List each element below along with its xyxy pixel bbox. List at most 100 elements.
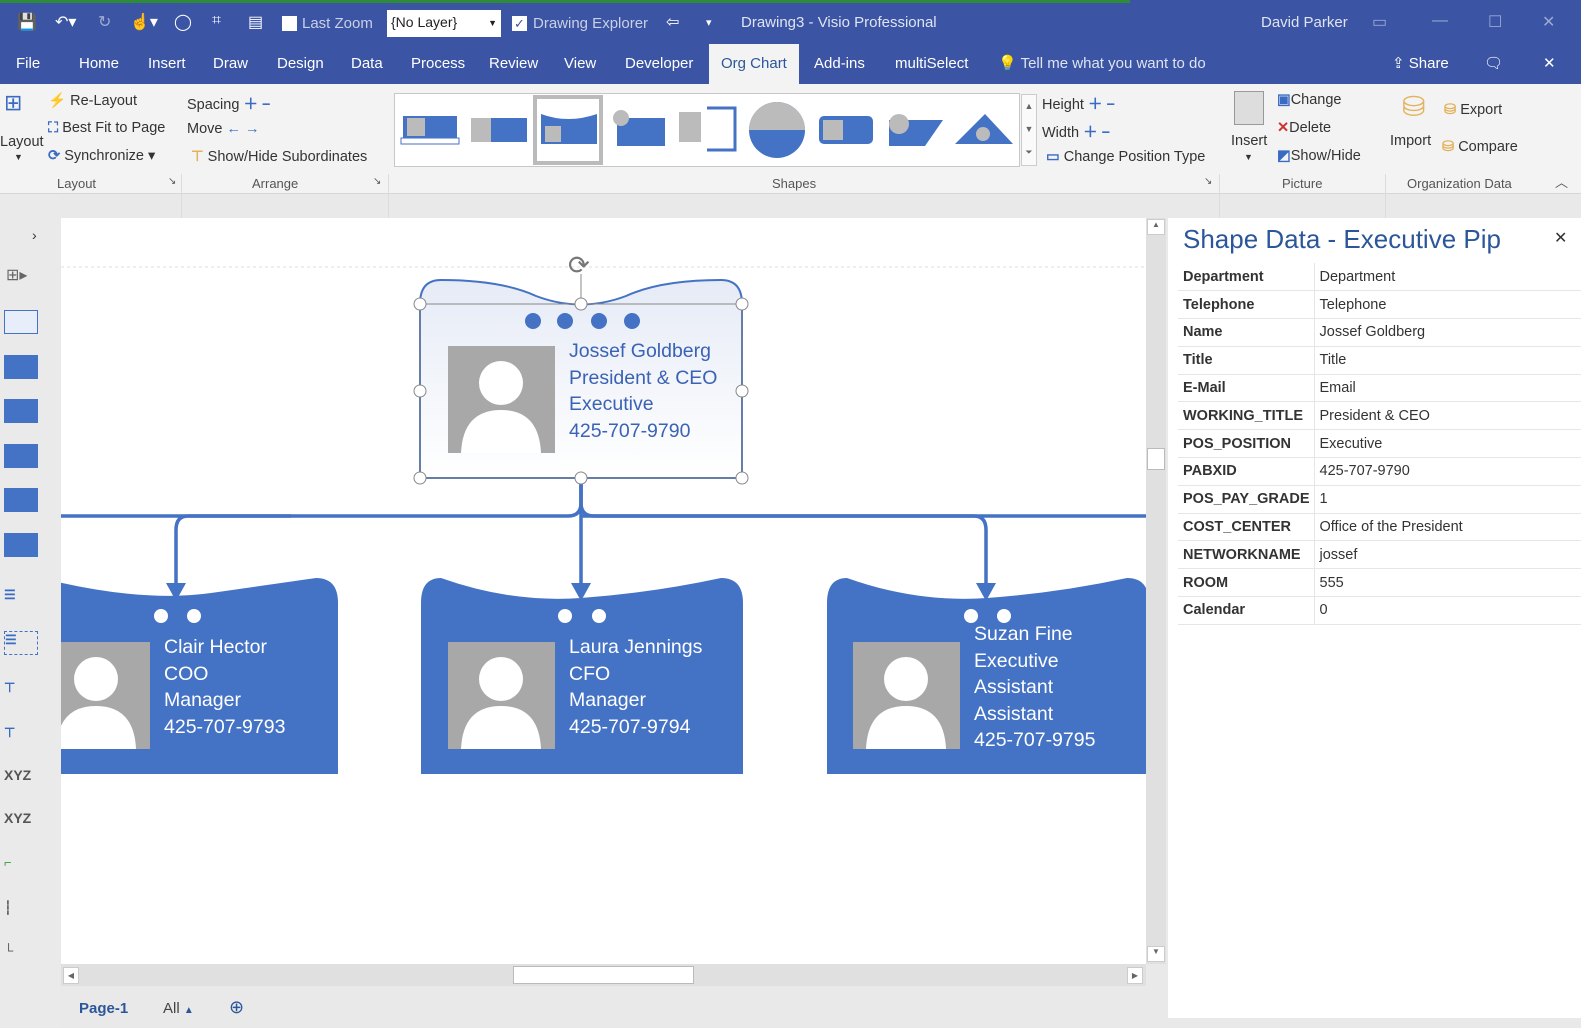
field-value[interactable]: 425-707-9790 [1314,457,1581,486]
touch-mode-icon[interactable]: ☝▾ [130,12,158,32]
gallery-item-5[interactable] [679,106,737,152]
scroll-right-icon[interactable]: ▶ [1127,967,1143,984]
plus-icon[interactable]: ＋ [243,93,258,114]
rotate-handle-icon[interactable]: ⟳ [568,250,590,280]
crop-icon[interactable]: ⌗ [212,12,221,30]
stencil-line-icon[interactable]: └ [4,943,38,967]
customize-icon[interactable]: ▾ [706,16,712,29]
drawing-explorer-checkbox[interactable]: ✓ [512,16,527,31]
field-value[interactable]: Title [1314,346,1581,375]
tell-me-search[interactable]: 💡 Tell me what you want to do [998,44,1206,84]
circle-icon[interactable]: ◯ [174,12,192,32]
field-value[interactable]: 1 [1314,485,1581,514]
show-hide-subordinates-button[interactable]: ⊤ Show/Hide Subordinates [191,149,367,165]
layout-button[interactable]: Layout [0,134,44,150]
tab-file[interactable]: File [16,44,40,84]
tab-org-chart[interactable]: Org Chart [709,44,799,84]
stencil-shape-6[interactable] [4,533,38,557]
field-value[interactable]: 555 [1314,568,1581,598]
field-value[interactable]: Telephone [1314,290,1581,320]
horizontal-scrollbar[interactable]: ◀ ▶ [61,964,1146,986]
close-panel-icon[interactable]: ✕ [1554,228,1567,248]
close-ribbon-icon[interactable]: ✕ [1543,44,1556,84]
tab-process[interactable]: Process [411,44,465,84]
user-name[interactable]: David Parker [1261,14,1348,31]
field-value[interactable]: Jossef Goldberg [1314,318,1581,347]
document-icon[interactable]: ▤ [248,12,263,32]
stencil-list-icon[interactable]: ☰ [4,587,38,611]
share-button[interactable]: ⇪ Share [1392,44,1449,84]
stencil-shape-3[interactable] [4,399,38,423]
gallery-item-9[interactable] [955,114,1013,144]
stencil-shape-4[interactable] [4,444,38,468]
dialog-launcher-icon[interactable]: ↘ [168,176,176,187]
horizontal-scroll-thumb[interactable] [513,966,694,984]
tab-design[interactable]: Design [277,44,324,84]
field-value[interactable]: Department [1314,263,1581,292]
change-picture-button[interactable]: ▣Change [1277,92,1342,108]
tab-draw[interactable]: Draw [213,44,248,84]
stencil-dotted-line-icon[interactable]: ┆ [4,900,38,924]
field-value[interactable]: Executive [1314,429,1581,459]
layer-select[interactable]: {No Layer} ▼ [387,10,501,37]
collapse-ribbon-icon[interactable]: ︿ [1555,172,1568,191]
tab-home[interactable]: Home [79,44,119,84]
stencil-date-logo-icon[interactable]: XYZ [4,767,38,791]
vertical-scrollbar[interactable]: ▲ ▼ [1146,218,1166,964]
gallery-item-6[interactable] [749,102,805,158]
field-value[interactable]: President & CEO [1314,401,1581,431]
drawing-canvas[interactable]: ⟳ Jossef Goldberg President & CEO Executiv… [61,218,1146,964]
comments-icon[interactable]: 🗨 [1484,44,1503,84]
compare-button[interactable]: ⛁ Compare [1442,139,1518,155]
gallery-scroll[interactable]: ▲ ▼ ⏷ [1021,94,1037,166]
undo-icon[interactable]: ↶▾ [55,12,76,32]
minus-icon[interactable]: − [1106,97,1114,113]
redo-icon[interactable]: ↻ [98,12,111,32]
field-value[interactable]: Email [1314,374,1581,403]
last-zoom-checkbox[interactable] [282,16,297,31]
all-pages-button[interactable]: All ▲ [163,1000,194,1017]
tab-developer[interactable]: Developer [625,44,693,84]
save-icon[interactable]: 💾 [17,12,37,32]
relayout-button[interactable]: ⚡ Re-Layout [48,92,137,109]
arrow-left-icon[interactable]: ← [227,121,242,137]
scroll-left-icon[interactable]: ◀ [63,967,79,984]
show-hide-picture-button[interactable]: ◩Show/Hide [1277,148,1361,164]
gallery-item-8[interactable] [889,114,943,146]
field-value[interactable]: jossef [1314,540,1581,570]
stencil-hierarchy-2-icon[interactable]: ⊤ [4,725,38,749]
expand-shapes-icon[interactable]: › [32,227,37,243]
field-value[interactable]: Office of the President [1314,513,1581,542]
stencil-shape-5[interactable] [4,488,38,512]
gallery-item-1[interactable] [400,116,460,145]
synchronize-button[interactable]: ⟳ Synchronize ▾ [48,148,155,164]
tab-data[interactable]: Data [351,44,383,84]
dialog-launcher-icon[interactable]: ↘ [373,176,381,187]
stencils-icon[interactable]: ⊞▸ [6,265,27,285]
tab-review[interactable]: Review [489,44,538,84]
close-icon[interactable]: ✕ [1542,12,1555,32]
import-button[interactable]: Import [1390,133,1431,149]
plus-icon[interactable]: ＋ [1088,93,1103,114]
scroll-up-icon[interactable]: ▲ [1147,219,1165,235]
page-tab-page-1[interactable]: Page-1 [79,1000,128,1017]
stencil-corp-logo-icon[interactable]: XYZ [4,810,38,834]
stencil-hierarchy-icon[interactable]: ⊤ [4,680,38,704]
minus-icon[interactable]: − [1102,125,1110,141]
tab-view[interactable]: View [564,44,596,84]
change-position-type-button[interactable]: ▭ Change Position Type [1046,149,1205,165]
minus-icon[interactable]: − [262,97,270,113]
add-page-icon[interactable]: ⊕ [229,997,244,1018]
maximize-icon[interactable]: ☐ [1488,12,1502,32]
stencil-shape-1[interactable] [4,310,38,334]
tab-insert[interactable]: Insert [148,44,186,84]
insert-picture-button[interactable]: Insert [1231,133,1267,149]
gallery-item-3-selected[interactable] [533,95,603,165]
dialog-launcher-icon[interactable]: ↘ [1204,176,1212,187]
gallery-item-4[interactable] [613,110,665,146]
stencil-connector-icon[interactable]: ⌐ [4,855,38,879]
stencil-list-selected-icon[interactable]: ☰ [4,631,38,655]
plus-icon[interactable]: ＋ [1083,121,1098,142]
minimize-icon[interactable]: — [1432,12,1448,30]
export-button[interactable]: ⛁ Export [1444,102,1502,118]
